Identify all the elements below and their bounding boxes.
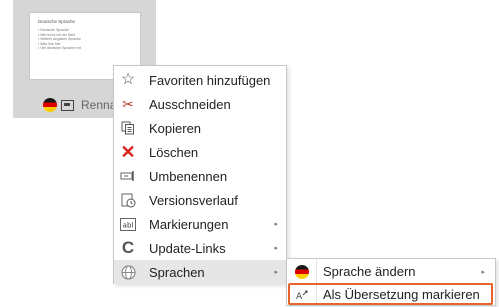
menu-item-kopieren[interactable]: Kopieren xyxy=(114,116,286,140)
card-name: Renna xyxy=(81,98,117,112)
menu-item-favoriten[interactable]: ☆ Favoriten hinzufügen xyxy=(114,68,286,92)
chevron-right-icon: ▸ xyxy=(274,269,278,276)
menu-item-ausschneiden[interactable]: ✂ Ausschneiden xyxy=(114,92,286,116)
menu-item-umbenennen[interactable]: Umbenennen xyxy=(114,164,286,188)
chevron-right-icon: ▸ xyxy=(481,268,485,276)
german-flag-icon xyxy=(43,98,57,112)
chevron-right-icon: ▸ xyxy=(274,245,278,252)
menu-item-label: Umbenennen xyxy=(149,168,228,184)
menu-item-markierungen[interactable]: abl Markierungen ▸ xyxy=(114,212,286,236)
menu-item-label: Sprachen xyxy=(149,264,205,280)
menu-item-loeschen[interactable]: ✕ Löschen xyxy=(114,140,286,164)
context-menu: ☆ Favoriten hinzufügen ✂ Ausschneiden Ko… xyxy=(113,65,287,284)
delete-icon: ✕ xyxy=(120,142,136,162)
submenu-item-label: Sprache ändern xyxy=(323,264,416,279)
submenu-item-sprache-aendern[interactable]: Sprache ändern ▸ xyxy=(287,260,495,283)
version-history-icon xyxy=(120,192,136,208)
scissors-icon: ✂ xyxy=(122,96,134,112)
menu-item-label: Ausschneiden xyxy=(149,96,231,112)
menu-item-update-links[interactable]: C Update-Links ▸ xyxy=(114,236,286,260)
menu-item-label: Löschen xyxy=(149,144,199,160)
slide-preview-title: Deutsche Sprache xyxy=(38,19,76,24)
update-links-icon: C xyxy=(121,238,135,257)
copy-icon xyxy=(120,120,136,136)
menu-item-versionsverlauf[interactable]: Versionsverlauf xyxy=(114,188,286,212)
menu-item-label: Favoriten hinzufügen xyxy=(149,72,271,88)
card-footer: Renna xyxy=(43,97,116,113)
highlight-box xyxy=(288,283,493,305)
tags-icon: abl xyxy=(120,216,136,232)
rename-icon xyxy=(120,168,136,184)
chevron-right-icon: ▸ xyxy=(274,221,278,228)
slide-preview-bullet: • Viel deutsche Sprache mit xyxy=(38,46,81,50)
language-globe-icon xyxy=(120,264,136,280)
language-submenu: Sprache ändern ▸ A Als Übersetzung marki… xyxy=(286,258,496,306)
menu-item-sprachen[interactable]: Sprachen ▸ xyxy=(114,260,286,284)
menu-item-label: Markierungen xyxy=(149,216,229,232)
menu-item-label: Kopieren xyxy=(149,120,202,136)
svg-text:abl: abl xyxy=(123,221,134,229)
star-icon: ☆ xyxy=(120,71,136,88)
slide-icon xyxy=(61,99,74,111)
german-flag-icon xyxy=(294,264,310,280)
menu-item-label: Versionsverlauf xyxy=(149,192,238,208)
menu-item-label: Update-Links xyxy=(149,240,226,256)
